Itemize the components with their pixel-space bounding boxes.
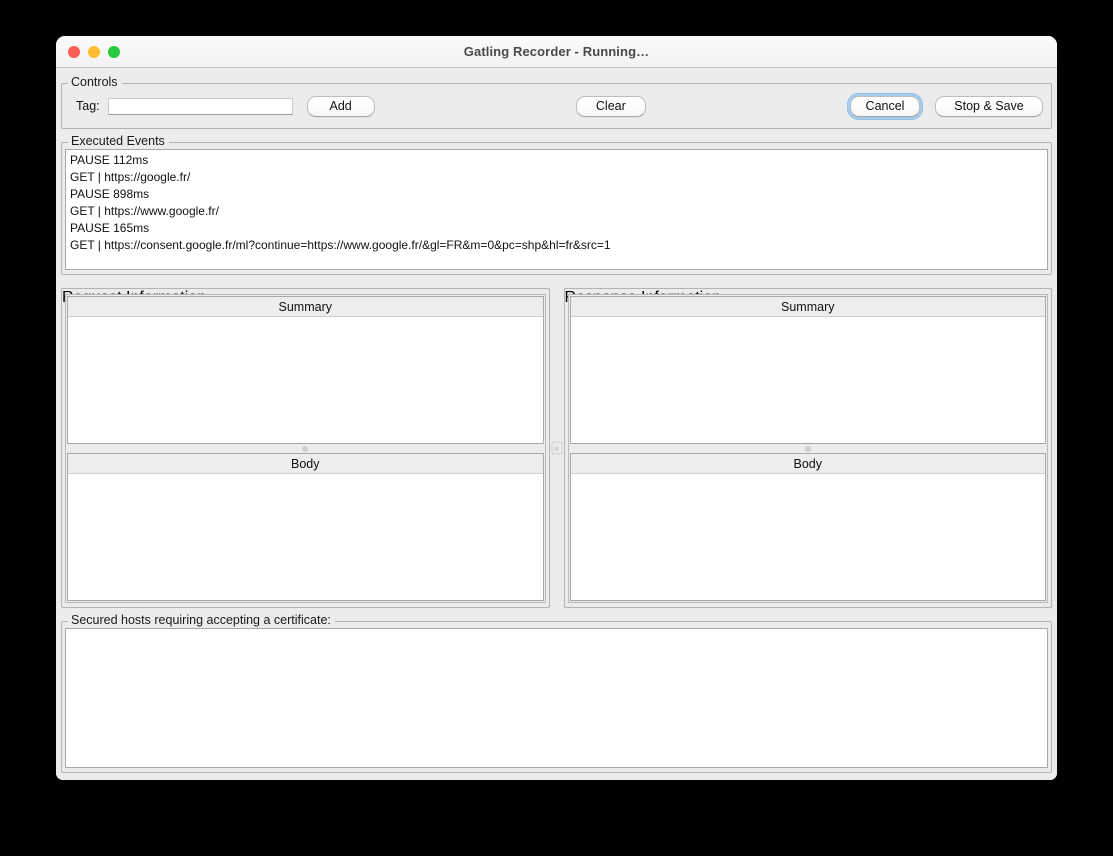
request-summary-header: Summary (68, 297, 543, 317)
request-body-header: Body (68, 454, 543, 474)
application-window: Gatling Recorder - Running… Controls Tag… (56, 36, 1057, 780)
list-item[interactable]: PAUSE 898ms (68, 186, 1047, 203)
response-summary-content[interactable] (570, 317, 1045, 443)
split-divider-grip-icon[interactable] (302, 445, 309, 452)
request-information-split: Summary Body (65, 294, 546, 603)
split-divider-grip-icon[interactable] (551, 441, 562, 455)
response-summary-panel: Summary (569, 296, 1046, 444)
controls-row: Tag: Add Clear Cancel Stop & Save (62, 84, 1051, 128)
secured-hosts-list[interactable] (65, 628, 1048, 768)
primary-actions: Cancel Stop & Save (847, 92, 1044, 120)
executed-events-list[interactable]: PAUSE 112ms GET | https://google.fr/ PAU… (65, 149, 1048, 270)
tag-label: Tag: (76, 99, 100, 113)
list-item[interactable]: GET | https://www.google.fr/ (68, 203, 1047, 220)
close-window-icon[interactable] (68, 45, 80, 58)
response-body-header: Body (570, 454, 1045, 474)
response-body-panel: Body (569, 453, 1046, 601)
cancel-button[interactable]: Cancel (850, 95, 921, 117)
list-item[interactable]: PAUSE 112ms (68, 152, 1047, 169)
split-divider-grip-icon[interactable] (804, 445, 811, 452)
maximize-window-icon[interactable] (108, 45, 120, 58)
executed-events-panel-title: Executed Events (68, 134, 169, 148)
request-body-content[interactable] (68, 474, 543, 600)
list-item[interactable]: GET | https://google.fr/ (68, 169, 1047, 186)
window-content: Controls Tag: Add Clear Cancel Stop & Sa… (56, 68, 1057, 780)
response-information-panel: Response Information Summary Body (563, 288, 1052, 608)
panels-split-divider[interactable] (549, 288, 564, 608)
list-item[interactable]: PAUSE 165ms (68, 220, 1047, 237)
secured-hosts-panel-title: Secured hosts requiring accepting a cert… (68, 613, 335, 627)
request-body-panel: Body (67, 453, 544, 601)
list-item[interactable]: GET | https://consent.google.fr/ml?conti… (68, 237, 1047, 254)
stop-and-save-button[interactable]: Stop & Save (935, 95, 1044, 117)
response-information-split: Summary Body (567, 294, 1048, 603)
request-split-divider[interactable] (67, 444, 544, 453)
tag-input[interactable] (107, 97, 293, 115)
minimize-window-icon[interactable] (88, 45, 100, 58)
request-summary-panel: Summary (67, 296, 544, 444)
controls-panel: Controls Tag: Add Clear Cancel Stop & Sa… (61, 75, 1052, 129)
executed-events-panel: Executed Events PAUSE 112ms GET | https:… (61, 134, 1052, 275)
request-information-panel: Request Information Summary Body (61, 288, 550, 608)
information-panels: Request Information Summary Body (61, 288, 1052, 608)
clear-button[interactable]: Clear (575, 95, 646, 117)
window-title: Gatling Recorder - Running… (463, 44, 650, 59)
response-split-divider[interactable] (569, 444, 1046, 453)
request-summary-content[interactable] (68, 317, 543, 443)
response-body-content[interactable] (570, 474, 1045, 600)
controls-panel-title: Controls (68, 75, 122, 89)
cancel-button-focus-ring: Cancel (847, 92, 924, 120)
secured-hosts-panel: Secured hosts requiring accepting a cert… (61, 613, 1052, 773)
window-controls (68, 36, 120, 67)
window-titlebar: Gatling Recorder - Running… (56, 36, 1057, 68)
add-button[interactable]: Add (306, 95, 375, 117)
response-summary-header: Summary (570, 297, 1045, 317)
